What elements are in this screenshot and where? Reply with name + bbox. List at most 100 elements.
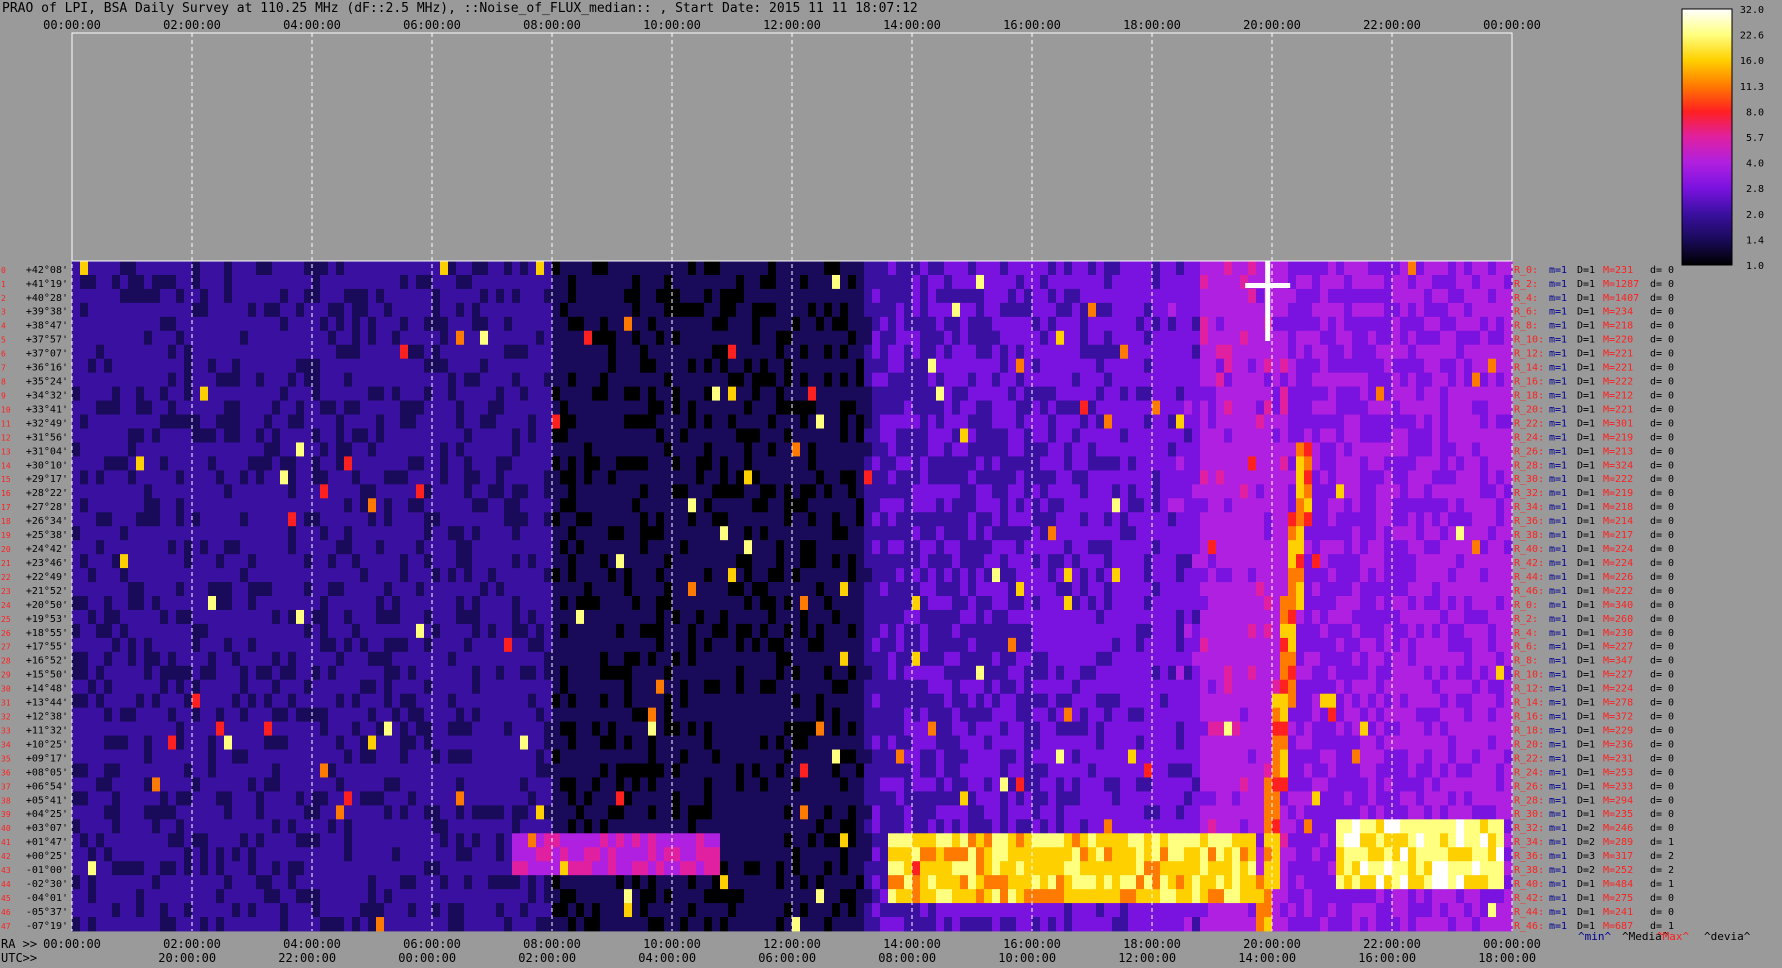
heat-cell (1248, 386, 1257, 401)
heat-cell (680, 498, 689, 513)
heat-cell (1312, 274, 1321, 290)
heat-cell (824, 623, 833, 639)
heat-cell (1320, 456, 1329, 471)
heat-cell (1472, 358, 1481, 374)
heat-cell (392, 596, 401, 611)
heat-cell (1312, 526, 1321, 541)
heat-cell (1256, 512, 1265, 527)
heat-cell (368, 498, 377, 513)
heat-cell (1136, 414, 1145, 429)
heat-cell (280, 540, 289, 555)
heat-cell (448, 582, 457, 597)
heat-cell (760, 414, 769, 429)
heat-cell (264, 568, 273, 583)
heat-cell (736, 582, 745, 597)
heat-cell (320, 330, 329, 346)
heat-cell (456, 330, 465, 346)
heat-cell (72, 330, 81, 346)
heat-cell (320, 512, 329, 527)
heat-cell (744, 526, 753, 541)
heat-cell (1344, 372, 1353, 388)
heat-cell (816, 288, 825, 304)
heat-cell (280, 568, 289, 583)
heat-cell (1432, 512, 1441, 527)
heat-cell (560, 288, 569, 304)
heat-cell (976, 484, 985, 499)
heat-cell (1168, 596, 1177, 611)
heat-cell (1192, 498, 1201, 513)
heat-cell (152, 330, 161, 346)
heat-cell (592, 568, 601, 583)
heat-cell (600, 637, 609, 653)
heat-cell (1368, 540, 1377, 555)
heat-cell (584, 274, 593, 290)
heat-cell (984, 400, 993, 415)
heat-cell (336, 400, 345, 415)
survey-heatmap-chart: 00:00:00 02:00:00 04:00:00 06:00:00 08:00:00… (1, 5, 1764, 965)
heat-cell (1064, 470, 1073, 485)
heat-cell (1368, 442, 1377, 457)
heat-cell (1272, 372, 1281, 388)
heat-cell (1320, 414, 1329, 429)
heat-cell (512, 637, 521, 653)
heat-cell (1104, 568, 1113, 583)
heat-cell (1504, 470, 1513, 485)
heat-cell (872, 582, 881, 597)
heat-cell (696, 358, 705, 374)
heat-cell (1328, 623, 1337, 639)
heat-cell (968, 568, 977, 583)
heat-cell (1160, 484, 1169, 499)
heat-cell (416, 623, 425, 639)
heat-cell (720, 358, 729, 374)
heat-cell (232, 456, 241, 471)
heat-cell (496, 484, 505, 499)
heat-cell (152, 609, 161, 625)
heat-cell (768, 428, 777, 443)
heat-cell (784, 554, 793, 569)
heat-cell (1112, 596, 1121, 611)
heat-cell (1064, 442, 1073, 457)
heat-cell (264, 288, 273, 304)
heat-cell (1160, 330, 1169, 346)
heat-cell (1080, 302, 1089, 318)
heat-cell (1072, 372, 1081, 388)
heat-cell (1128, 400, 1137, 415)
heat-cell (808, 302, 817, 318)
heat-cell (608, 302, 617, 318)
heat-cell (320, 288, 329, 304)
heat-cell (872, 372, 881, 388)
heat-cell (944, 386, 953, 401)
heat-cell (1272, 623, 1281, 639)
heat-cell (1392, 623, 1401, 639)
heat-cell (776, 274, 785, 290)
heat-cell (200, 637, 209, 653)
heat-cell (1336, 288, 1345, 304)
heat-cell (184, 637, 193, 653)
heat-cell (1320, 512, 1329, 527)
heat-cell (392, 442, 401, 457)
heat-cell (1208, 526, 1217, 541)
heat-cell (1280, 540, 1289, 555)
heat-cell (1096, 261, 1105, 276)
heat-cell (1208, 400, 1217, 415)
heat-cell (1152, 596, 1161, 611)
heat-cell (1160, 288, 1169, 304)
heat-cell (144, 596, 153, 611)
heat-cell (1136, 568, 1145, 583)
heat-cell (224, 400, 233, 415)
heat-cell (456, 623, 465, 639)
heat-cell (1112, 470, 1121, 485)
heat-cell (704, 582, 713, 597)
heat-cell (536, 456, 545, 471)
heat-cell (488, 637, 497, 653)
heat-cell (688, 316, 697, 332)
heat-cell (104, 623, 113, 639)
heat-cell (488, 568, 497, 583)
heat-cell (672, 470, 681, 485)
heat-cell (976, 470, 985, 485)
heat-cell (448, 400, 457, 415)
heat-cell (72, 400, 81, 415)
heat-cell (1104, 484, 1113, 499)
heat-cell (1112, 358, 1121, 374)
heat-cell (1480, 414, 1489, 429)
